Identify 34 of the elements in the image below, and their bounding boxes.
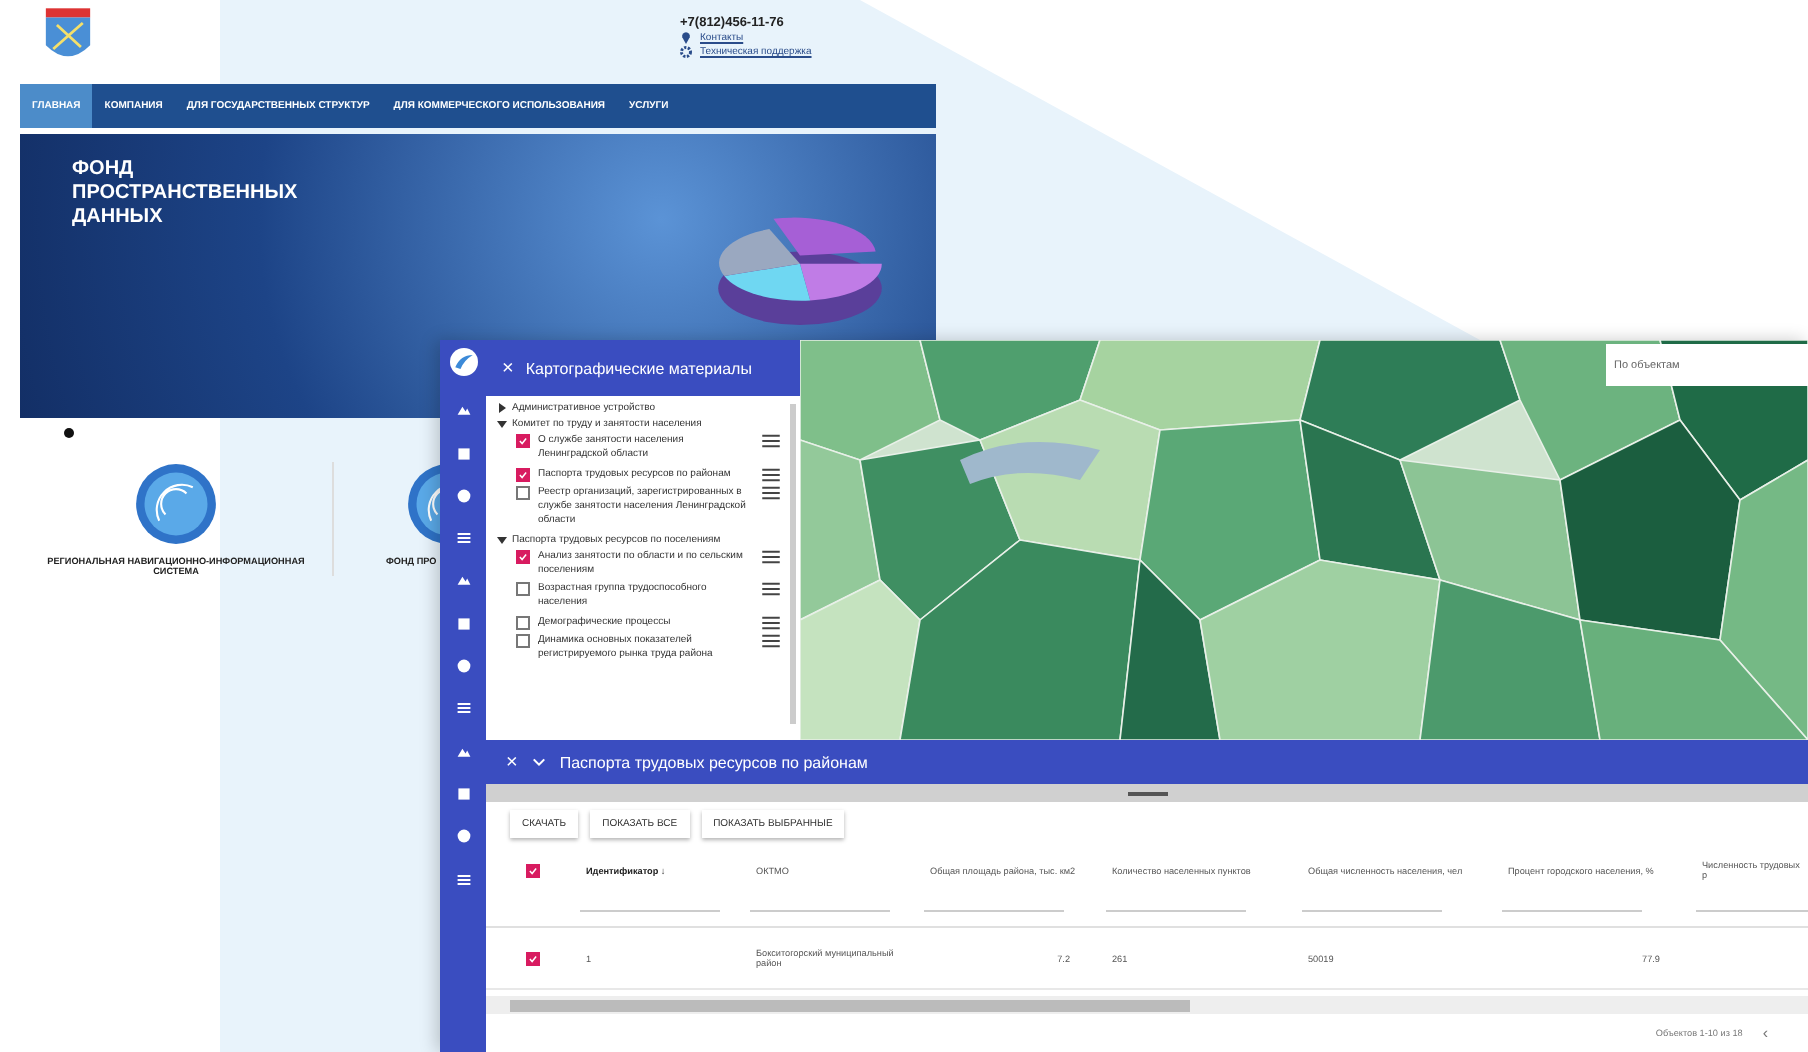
menu-icon[interactable] [762,615,780,629]
close-button[interactable]: × [506,751,518,773]
panel-title: Паспорта трудовых ресурсов по районам [559,753,868,771]
menu-icon[interactable] [762,485,780,500]
resize-handle[interactable] [1127,791,1167,795]
scrollbar[interactable] [790,404,796,724]
checkbox[interactable] [516,467,530,481]
previous-page-button[interactable]: ‹ [1762,1024,1768,1042]
radar-logo-icon [134,462,218,546]
checkbox[interactable] [526,863,540,877]
checkbox[interactable] [516,633,530,648]
checkbox[interactable] [526,951,540,965]
checkbox[interactable] [516,615,530,629]
menu-icon[interactable] [762,633,780,648]
checkbox[interactable] [516,582,530,596]
checkbox[interactable] [516,549,530,563]
location-pin-icon [680,32,692,44]
menu-icon[interactable] [762,582,780,596]
menu-icon[interactable] [762,434,780,448]
mountain-icon[interactable] [455,402,471,419]
chevron-down-icon[interactable] [531,756,546,768]
checkbox[interactable] [516,485,530,500]
expanded-caret-icon[interactable] [496,533,508,545]
close-button[interactable]: × [502,357,514,379]
panel-title: Картографические материалы [525,359,752,377]
menu-icon[interactable] [762,549,780,563]
carousel-dot[interactable] [64,427,74,437]
checkbox[interactable] [516,434,530,448]
scrollbar[interactable] [510,1000,1190,1012]
collapsed-caret-icon[interactable] [496,402,508,414]
gear-icon [680,46,692,58]
logo-icon [449,348,477,376]
menu-icon[interactable] [762,467,780,481]
banner-title: ФОНД ПРОСТРАНСТВЕННЫХ ДАННЫХ [72,158,300,230]
